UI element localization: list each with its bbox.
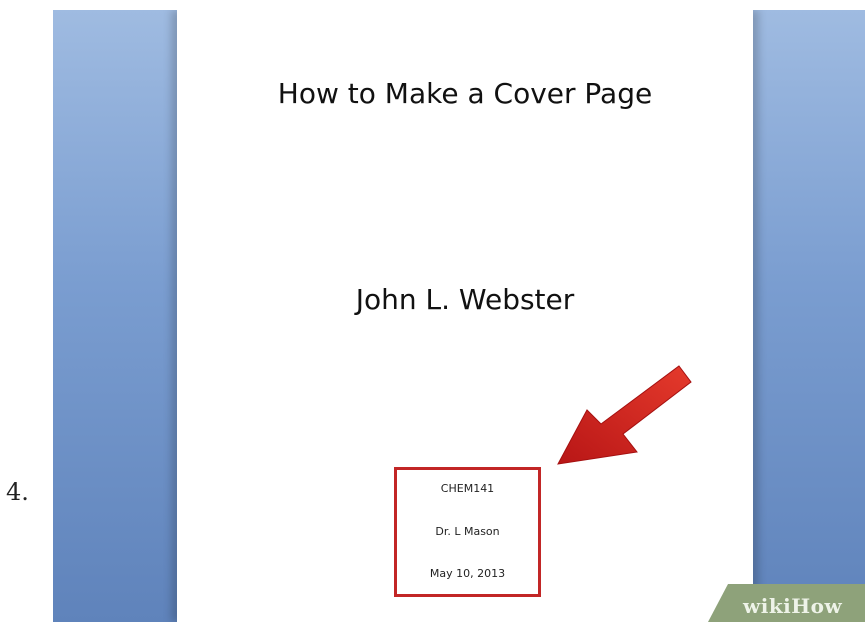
red-arrow-icon <box>557 365 692 465</box>
document-page: How to Make a Cover Page John L. Webster… <box>177 10 753 622</box>
right-background-panel <box>753 10 865 622</box>
highlighted-info-box: CHEM141 Dr. L Mason May 10, 2013 <box>394 467 541 597</box>
instructor-line: Dr. L Mason <box>435 525 500 538</box>
word-screenshot: How to Make a Cover Page John L. Webster… <box>53 10 865 622</box>
date-line: May 10, 2013 <box>429 567 506 580</box>
cover-author: John L. Webster <box>355 283 575 316</box>
course-line: CHEM141 <box>440 482 495 495</box>
left-background-panel <box>53 10 177 622</box>
wikihow-watermark: wikiHow <box>743 594 843 618</box>
cover-title: How to Make a Cover Page <box>277 77 653 110</box>
step-number: 4. <box>6 478 29 506</box>
